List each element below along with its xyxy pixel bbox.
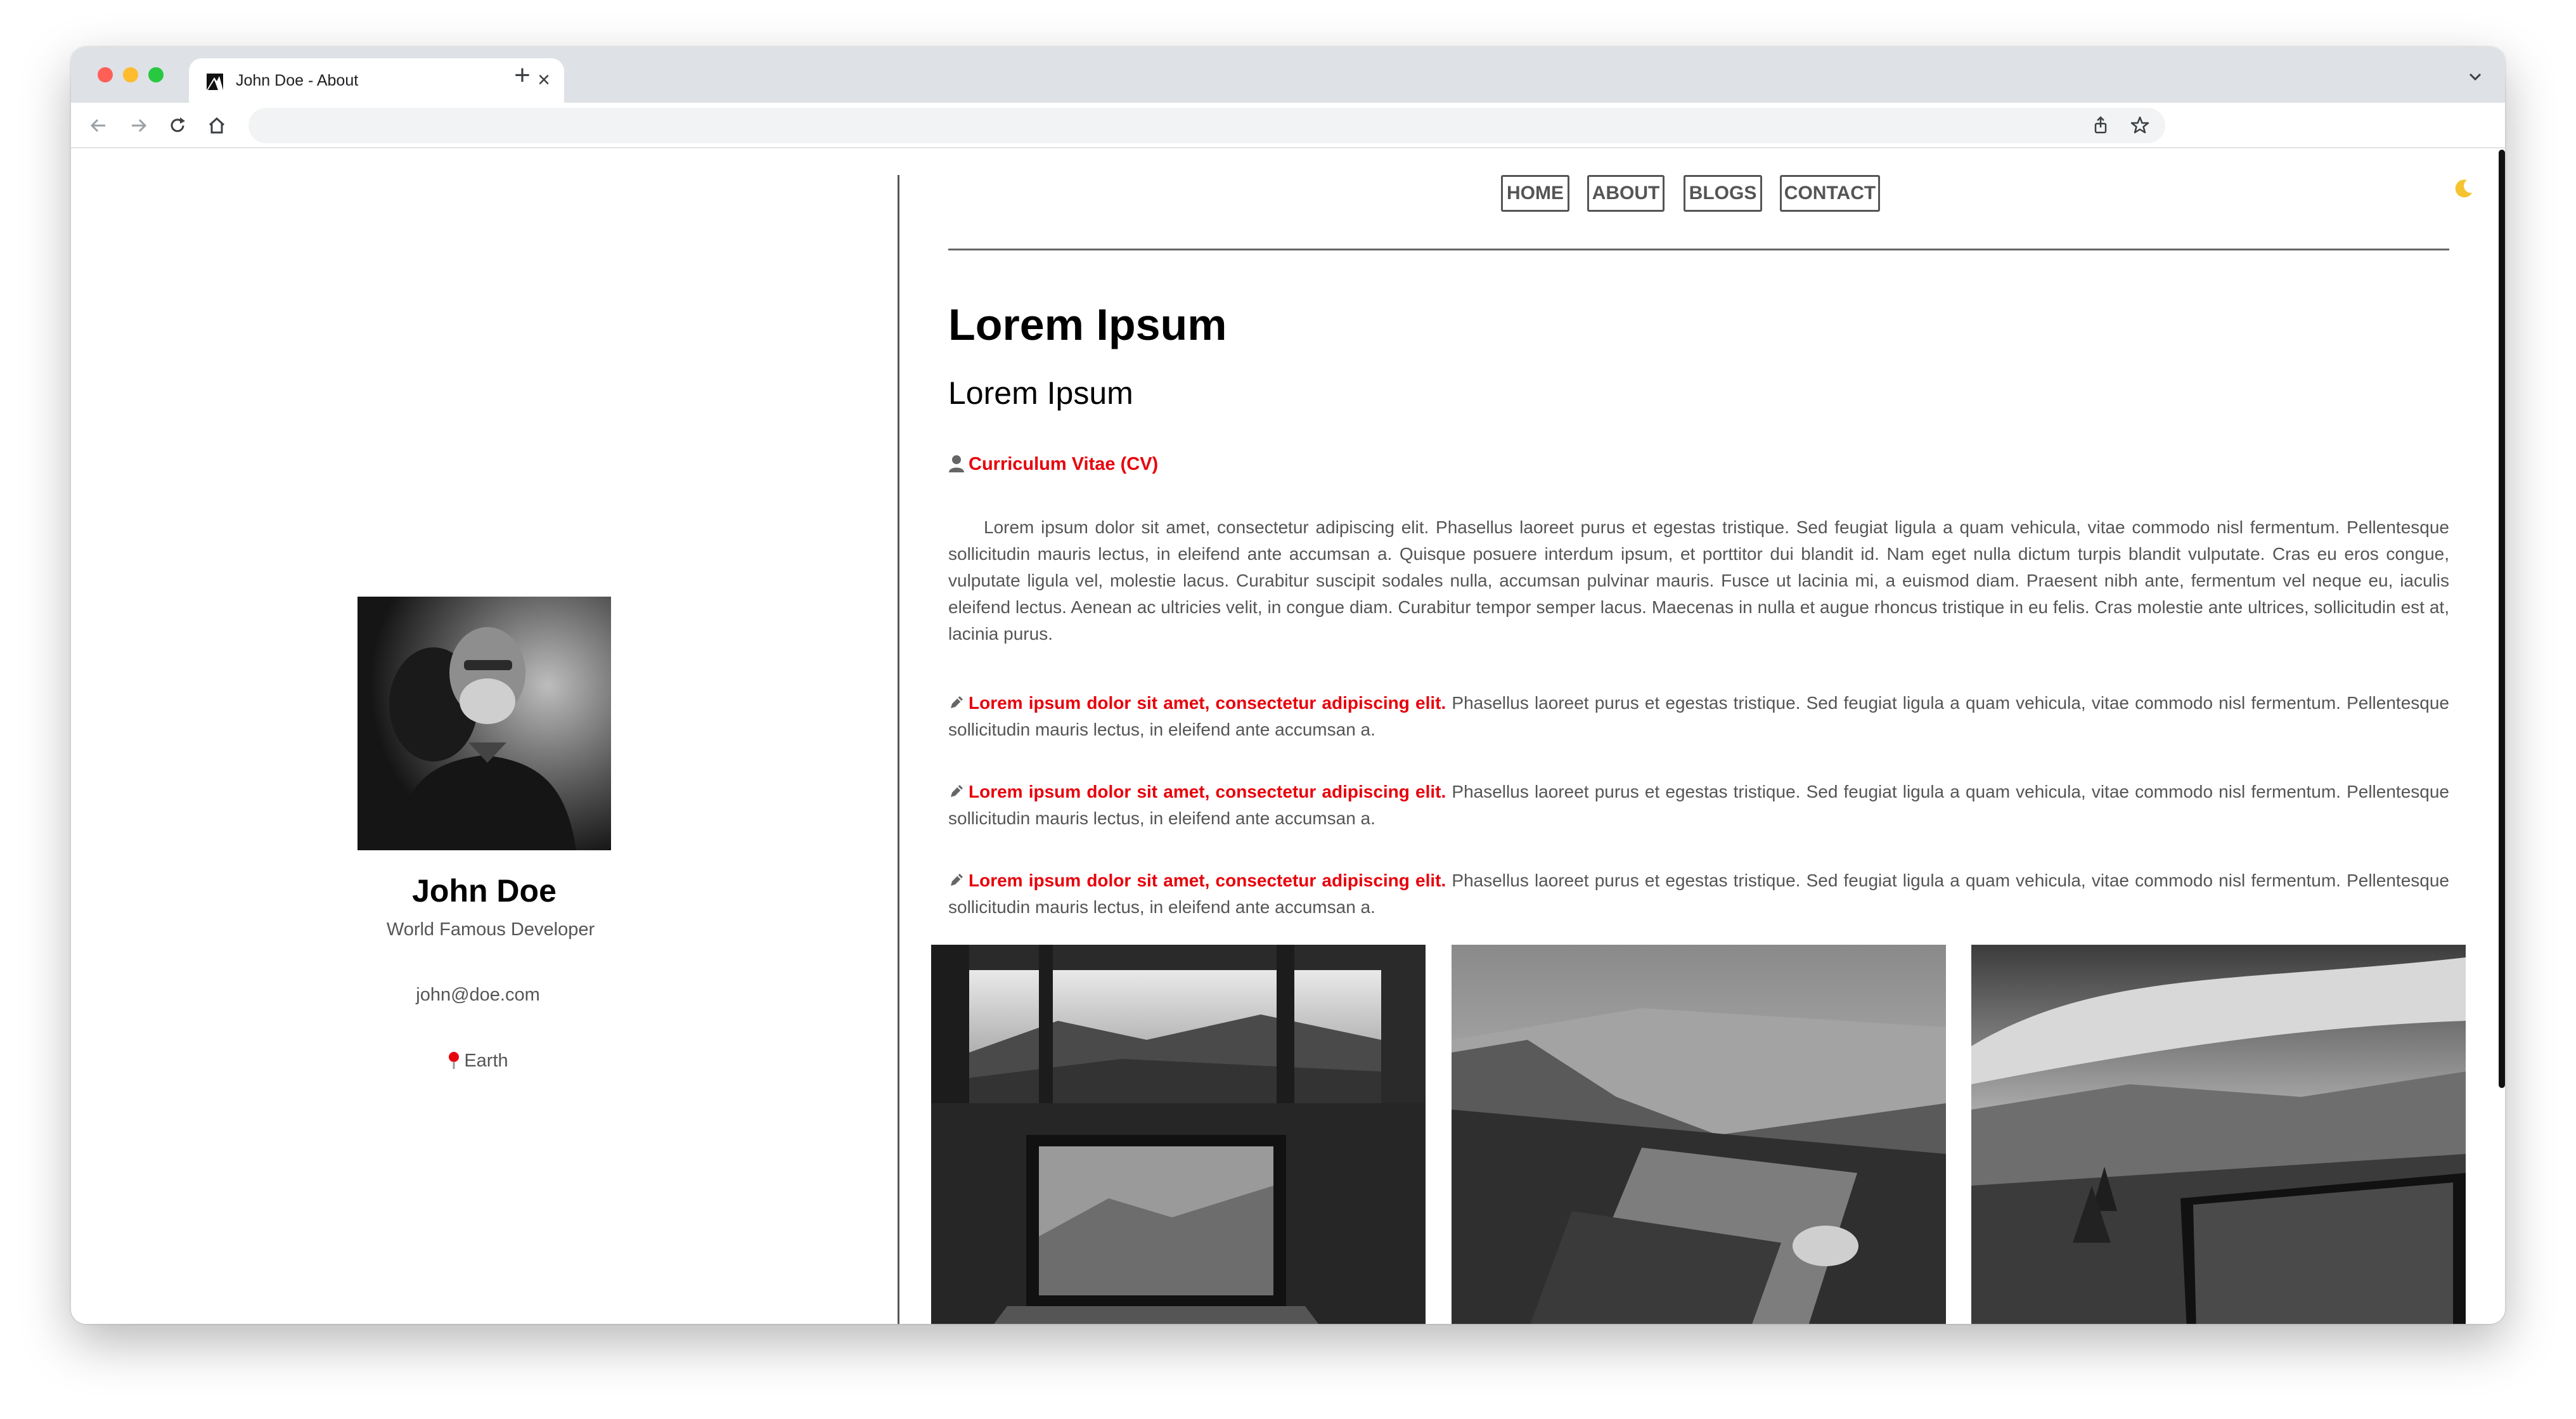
item-heading: Lorem ipsum dolor sit amet, consectetur … (969, 693, 1446, 713)
nav-blogs[interactable]: BLOGS (1684, 175, 1762, 212)
tab-bar: John Doe - About × + (71, 47, 2505, 103)
minimize-window-button[interactable] (123, 67, 138, 82)
maximize-window-button[interactable] (148, 67, 164, 82)
pin-icon (449, 1052, 460, 1069)
pencil-icon (951, 874, 963, 886)
cv-link-label: Curriculum Vitae (CV) (969, 454, 1159, 474)
pencil-icon (951, 696, 963, 708)
vertical-divider (898, 175, 899, 1324)
tab-title: John Doe - About (236, 72, 359, 89)
new-tab-button[interactable]: + (508, 62, 536, 90)
nav-contact[interactable]: CONTACT (1780, 175, 1880, 212)
profile-photo (357, 597, 611, 850)
nav-home[interactable]: HOME (1501, 175, 1569, 212)
cv-link[interactable]: Curriculum Vitae (CV) (948, 454, 1158, 475)
location-label: Earth (464, 1051, 508, 1071)
header-divider (948, 249, 2449, 250)
profile-sidebar: John Doe World Famous Developer john@doe… (71, 150, 898, 1324)
forward-arrow-icon[interactable] (127, 114, 150, 137)
intro-paragraph: Lorem ipsum dolor sit amet, consectetur … (948, 517, 2449, 644)
address-bar[interactable] (248, 108, 2165, 143)
back-arrow-icon[interactable] (87, 114, 110, 137)
profile-location: Earth (294, 1051, 662, 1072)
page-subtitle: Lorem Ipsum (948, 375, 1133, 411)
profile-role: World Famous Developer (386, 919, 595, 940)
item-heading: Lorem ipsum dolor sit amet, consectetur … (969, 782, 1446, 801)
profile-email[interactable]: john@doe.com (294, 985, 662, 1006)
item-heading: Lorem ipsum dolor sit amet, consectetur … (969, 871, 1446, 890)
chevron-down-icon[interactable] (2466, 67, 2485, 86)
scrollbar[interactable] (2499, 150, 2505, 1088)
list-item: Lorem ipsum dolor sit amet, consectetur … (948, 690, 2449, 743)
list-item: Lorem ipsum dolor sit amet, consectetur … (948, 867, 2449, 921)
browser-toolbar (71, 103, 2505, 148)
gallery-image-mountain-view (1971, 945, 2466, 1324)
browser-window: John Doe - About × + John Doe World Famo… (71, 47, 2505, 1324)
user-icon (949, 455, 964, 472)
favicon-icon (207, 74, 223, 90)
gallery-image-laptop-mountains (1452, 945, 1946, 1324)
nav-about[interactable]: ABOUT (1587, 175, 1665, 212)
list-item: Lorem ipsum dolor sit amet, consectetur … (948, 779, 2449, 832)
page-content: John Doe World Famous Developer john@doe… (71, 150, 2505, 1324)
gallery-image-window-laptop (931, 945, 1426, 1324)
share-icon[interactable] (2089, 114, 2112, 137)
page-title: Lorem Ipsum (948, 300, 1227, 349)
moon-icon[interactable] (2453, 178, 2475, 199)
profile-name: John Doe (412, 873, 557, 909)
close-window-button[interactable] (98, 67, 113, 82)
home-icon[interactable] (205, 114, 228, 137)
pencil-icon (951, 785, 963, 797)
reload-icon[interactable] (166, 114, 189, 137)
bookmark-star-icon[interactable] (2128, 114, 2151, 137)
